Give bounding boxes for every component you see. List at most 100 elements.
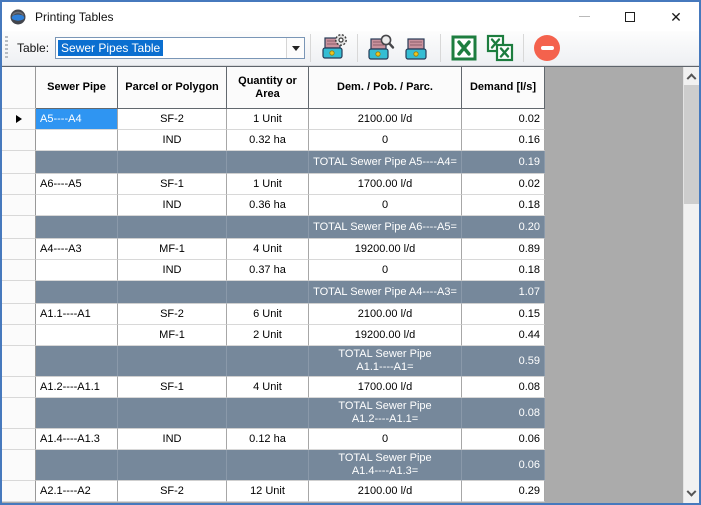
total-label-cell[interactable]: TOTAL Sewer Pipe A4----A3= <box>309 281 462 304</box>
print-setup-button[interactable] <box>318 33 350 64</box>
cell-dem-pob-parc[interactable]: 2100.00 l/d <box>309 481 462 502</box>
grid-total-row[interactable]: TOTAL Sewer Pipe A1.2----A1.1= 0.08 <box>2 398 545 429</box>
cell-parcel-polygon[interactable]: SF-1 <box>118 377 227 398</box>
row-selector-cell[interactable] <box>2 216 36 239</box>
grid-total-row[interactable]: TOTAL Sewer Pipe A1.1----A1= 0.59 <box>2 346 545 377</box>
total-label-cell[interactable]: TOTAL Sewer Pipe A1.4----A1.3= <box>309 450 462 481</box>
toolbar-grip[interactable] <box>5 36 8 60</box>
cell-parcel-polygon[interactable]: IND <box>118 260 227 281</box>
cell-quantity-area[interactable]: 2 Unit <box>227 325 309 346</box>
cell-demand-total[interactable]: 0.08 <box>462 398 545 429</box>
cell-quantity-area[interactable]: 0.12 ha <box>227 429 309 450</box>
row-selector-cell[interactable] <box>2 429 36 450</box>
cell-sewer-pipe[interactable]: A4----A3 <box>36 239 118 260</box>
cell-dem-pob-parc[interactable]: 19200.00 l/d <box>309 239 462 260</box>
row-selector-cell[interactable] <box>2 195 36 216</box>
grid-data-row[interactable]: A1.4----A1.3 IND 0.12 ha 0 0.06 <box>2 429 545 450</box>
cell-parcel-polygon[interactable]: MF-1 <box>118 325 227 346</box>
row-selector-cell[interactable] <box>2 398 36 429</box>
cell-quantity-area[interactable]: 0.32 ha <box>227 130 309 151</box>
cell-sewer-pipe[interactable]: A2.1----A2 <box>36 481 118 502</box>
total-label-cell[interactable]: TOTAL Sewer Pipe A1.2----A1.1= <box>309 398 462 429</box>
cell-demand[interactable]: 0.02 <box>462 174 545 195</box>
cell-demand[interactable]: 0.08 <box>462 377 545 398</box>
grid-total-row[interactable]: TOTAL Sewer Pipe A5----A4= 0.19 <box>2 151 545 174</box>
grid-data-row[interactable]: IND 0.32 ha 0 0.16 <box>2 130 545 151</box>
cell-parcel-polygon[interactable] <box>118 398 227 429</box>
cell-quantity-area[interactable]: 1 Unit <box>227 109 309 130</box>
grid-data-row[interactable]: A4----A3 MF-1 4 Unit 19200.00 l/d 0.89 <box>2 239 545 260</box>
header-parcel-polygon[interactable]: Parcel or Polygon <box>118 67 227 109</box>
row-selector-cell[interactable] <box>2 450 36 481</box>
header-dem-pob-parc[interactable]: Dem. / Pob. / Parc. <box>309 67 462 109</box>
row-selector-cell[interactable] <box>2 260 36 281</box>
cell-demand[interactable]: 0.02 <box>462 109 545 130</box>
cell-sewer-pipe[interactable]: A1.1----A1 <box>36 304 118 325</box>
cell-demand[interactable]: 0.18 <box>462 195 545 216</box>
cell-demand[interactable]: 0.44 <box>462 325 545 346</box>
row-selector-cell[interactable] <box>2 109 36 130</box>
grid-data-row[interactable]: A1.2----A1.1 SF-1 4 Unit 1700.00 l/d 0.08 <box>2 377 545 398</box>
cell-parcel-polygon[interactable]: SF-2 <box>118 109 227 130</box>
cell-sewer-pipe[interactable]: A1.4----A1.3 <box>36 429 118 450</box>
row-selector-cell[interactable] <box>2 130 36 151</box>
cell-parcel-polygon[interactable]: IND <box>118 429 227 450</box>
minimize-button[interactable] <box>561 2 607 31</box>
total-label-cell[interactable]: TOTAL Sewer Pipe A1.1----A1= <box>309 346 462 377</box>
cell-parcel-polygon[interactable]: MF-1 <box>118 239 227 260</box>
maximize-button[interactable] <box>607 2 653 31</box>
grid-data-row[interactable]: MF-1 2 Unit 19200.00 l/d 0.44 <box>2 325 545 346</box>
cell-quantity-area[interactable] <box>227 281 309 304</box>
cell-dem-pob-parc[interactable]: 2100.00 l/d <box>309 109 462 130</box>
scroll-up-button[interactable] <box>684 67 699 84</box>
cell-quantity-area[interactable] <box>227 346 309 377</box>
export-excel-all-button[interactable] <box>484 33 516 64</box>
cell-demand-total[interactable]: 0.20 <box>462 216 545 239</box>
row-selector-cell[interactable] <box>2 281 36 304</box>
grid-total-row[interactable]: TOTAL Sewer Pipe A1.4----A1.3= 0.06 <box>2 450 545 481</box>
cell-quantity-area[interactable] <box>227 151 309 174</box>
table-select-dropdown-button[interactable] <box>286 38 305 58</box>
row-selector-cell[interactable] <box>2 325 36 346</box>
close-button[interactable]: ✕ <box>653 2 699 31</box>
cell-dem-pob-parc[interactable]: 2100.00 l/d <box>309 304 462 325</box>
cell-parcel-polygon[interactable]: SF-2 <box>118 304 227 325</box>
cell-quantity-area[interactable]: 0.37 ha <box>227 260 309 281</box>
grid-data-row[interactable]: IND 0.37 ha 0 0.18 <box>2 260 545 281</box>
cell-demand-total[interactable]: 0.06 <box>462 450 545 481</box>
cell-parcel-polygon[interactable]: SF-2 <box>118 481 227 502</box>
row-selector-cell[interactable] <box>2 346 36 377</box>
cell-sewer-pipe[interactable]: A1.2----A1.1 <box>36 377 118 398</box>
grid-data-row[interactable]: IND 0.36 ha 0 0.18 <box>2 195 545 216</box>
print-button[interactable] <box>401 33 433 64</box>
cell-parcel-polygon[interactable]: IND <box>118 195 227 216</box>
cell-parcel-polygon[interactable] <box>118 151 227 174</box>
cell-quantity-area[interactable] <box>227 398 309 429</box>
grid-data-row[interactable]: A5----A4 SF-2 1 Unit 2100.00 l/d 0.02 <box>2 109 545 130</box>
cell-demand[interactable]: 0.18 <box>462 260 545 281</box>
cell-parcel-polygon[interactable] <box>118 346 227 377</box>
row-selector-cell[interactable] <box>2 304 36 325</box>
cell-parcel-polygon[interactable]: IND <box>118 130 227 151</box>
cell-sewer-pipe[interactable] <box>36 260 118 281</box>
cell-demand-total[interactable]: 0.59 <box>462 346 545 377</box>
row-selector-cell[interactable] <box>2 174 36 195</box>
cell-sewer-pipe[interactable] <box>36 346 118 377</box>
cell-sewer-pipe[interactable] <box>36 325 118 346</box>
print-preview-button[interactable] <box>365 33 397 64</box>
cell-dem-pob-parc[interactable]: 19200.00 l/d <box>309 325 462 346</box>
header-sewer-pipe[interactable]: Sewer Pipe <box>36 67 118 109</box>
cell-dem-pob-parc[interactable]: 1700.00 l/d <box>309 174 462 195</box>
cell-quantity-area[interactable] <box>227 450 309 481</box>
row-selector-cell[interactable] <box>2 239 36 260</box>
cell-demand-total[interactable]: 0.19 <box>462 151 545 174</box>
scrollbar-thumb[interactable] <box>684 85 699 204</box>
export-excel-button[interactable] <box>448 33 480 64</box>
vertical-scrollbar[interactable] <box>683 67 699 503</box>
cell-quantity-area[interactable]: 1 Unit <box>227 174 309 195</box>
header-demand[interactable]: Demand [l/s] <box>462 67 545 109</box>
cell-demand[interactable]: 0.29 <box>462 481 545 502</box>
cell-quantity-area[interactable]: 4 Unit <box>227 239 309 260</box>
cell-sewer-pipe[interactable] <box>36 216 118 239</box>
cell-dem-pob-parc[interactable]: 1700.00 l/d <box>309 377 462 398</box>
